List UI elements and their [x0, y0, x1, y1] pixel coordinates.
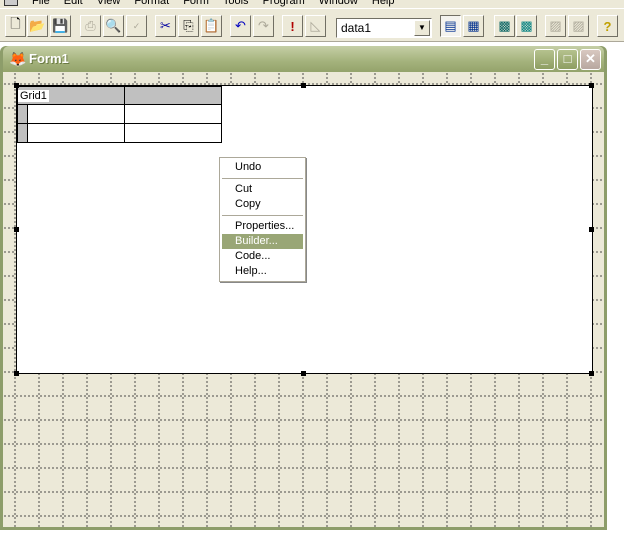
grid-name: Grid1 [18, 89, 49, 102]
menu-bar: File Edit View Format Form Tools Program… [0, 0, 624, 8]
help-icon[interactable]: ? [597, 15, 618, 37]
menu-item-code[interactable]: Code... [222, 249, 303, 264]
color-palette-icon[interactable]: ▦ [463, 15, 484, 37]
menu-item-properties[interactable]: Properties... [222, 219, 303, 234]
save-icon[interactable]: 💾 [50, 15, 71, 37]
menu-program[interactable]: Program [263, 0, 305, 8]
column-header-1[interactable]: Grid1 [17, 86, 125, 105]
context-menu: Undo Cut Copy Properties... Builder... C… [219, 157, 306, 282]
resize-handle[interactable] [14, 371, 19, 376]
menu-item-builder[interactable]: Builder... [222, 234, 303, 249]
wizard-icon[interactable]: ◺ [305, 15, 326, 37]
menu-item-cut[interactable]: Cut [222, 182, 303, 197]
grid-cell[interactable] [27, 104, 125, 124]
form-builder-icon[interactable]: ▨ [545, 15, 566, 37]
column-header-2[interactable] [124, 86, 222, 105]
standard-toolbar: 🗋 📂 💾 ⎙ 🔍 ✓ ✂ ⎘ 📋 ↶ ↷ ! ◺ data1 ▼ ▤ ▦ ▩ … [0, 8, 624, 42]
datasource-combo[interactable]: data1 ▼ [336, 18, 432, 38]
menu-view[interactable]: View [97, 0, 121, 8]
menu-file[interactable]: File [32, 0, 50, 8]
spell-check-icon[interactable]: ✓ [126, 15, 147, 37]
resize-handle[interactable] [301, 371, 306, 376]
menu-separator [222, 215, 303, 216]
app-icon[interactable] [4, 0, 18, 6]
new-file-icon[interactable]: 🗋 [5, 15, 26, 37]
form-canvas[interactable]: Grid1 [3, 72, 604, 527]
close-button[interactable]: ✕ [580, 49, 601, 70]
datasource-value: data1 [341, 21, 372, 35]
menu-tools[interactable]: Tools [223, 0, 249, 8]
redo-icon[interactable]: ↷ [253, 15, 274, 37]
open-folder-icon[interactable]: 📂 [27, 15, 48, 37]
copy-icon[interactable]: ⎘ [178, 15, 199, 37]
resize-handle[interactable] [14, 227, 19, 232]
form-window: 🦊 Form1 _ □ ✕ Grid1 [0, 46, 607, 530]
autoformat-icon[interactable]: ▨ [568, 15, 589, 37]
resize-handle[interactable] [14, 83, 19, 88]
grid-cell[interactable] [124, 123, 222, 143]
resize-handle[interactable] [589, 227, 594, 232]
menu-separator [222, 178, 303, 179]
cut-icon[interactable]: ✂ [155, 15, 176, 37]
minimize-button[interactable]: _ [534, 49, 555, 70]
row-selector[interactable] [17, 104, 28, 124]
menu-item-help[interactable]: Help... [222, 264, 303, 279]
menu-item-copy[interactable]: Copy [222, 197, 303, 212]
print-preview-icon[interactable]: 🔍 [103, 15, 124, 37]
title-bar[interactable]: 🦊 Form1 _ □ ✕ [3, 46, 604, 72]
grid-cell[interactable] [27, 123, 125, 143]
print-icon[interactable]: ⎙ [80, 15, 101, 37]
menu-item-undo[interactable]: Undo [222, 160, 303, 175]
run-icon[interactable]: ! [282, 15, 303, 37]
undo-icon[interactable]: ↶ [230, 15, 251, 37]
resize-handle[interactable] [589, 371, 594, 376]
resize-handle[interactable] [589, 83, 594, 88]
menu-format[interactable]: Format [134, 0, 169, 8]
foxpro-icon: 🦊 [9, 51, 27, 67]
menu-form[interactable]: Form [183, 0, 209, 8]
row-selector[interactable] [17, 123, 28, 143]
menu-help[interactable]: Help [372, 0, 395, 8]
layout-icon[interactable]: ▩ [494, 15, 515, 37]
menu-window[interactable]: Window [319, 0, 358, 8]
resize-handle[interactable] [301, 83, 306, 88]
window-title: Form1 [29, 51, 69, 66]
form-controls-toolbar-icon[interactable]: ▤ [440, 15, 461, 37]
grid-table[interactable]: Grid1 [17, 86, 222, 143]
menu-edit[interactable]: Edit [64, 0, 83, 8]
maximize-button[interactable]: □ [557, 49, 578, 70]
grid-cell[interactable] [124, 104, 222, 124]
data-environment-icon[interactable]: ▩ [516, 15, 537, 37]
paste-icon[interactable]: 📋 [201, 15, 222, 37]
chevron-down-icon[interactable]: ▼ [414, 20, 430, 36]
